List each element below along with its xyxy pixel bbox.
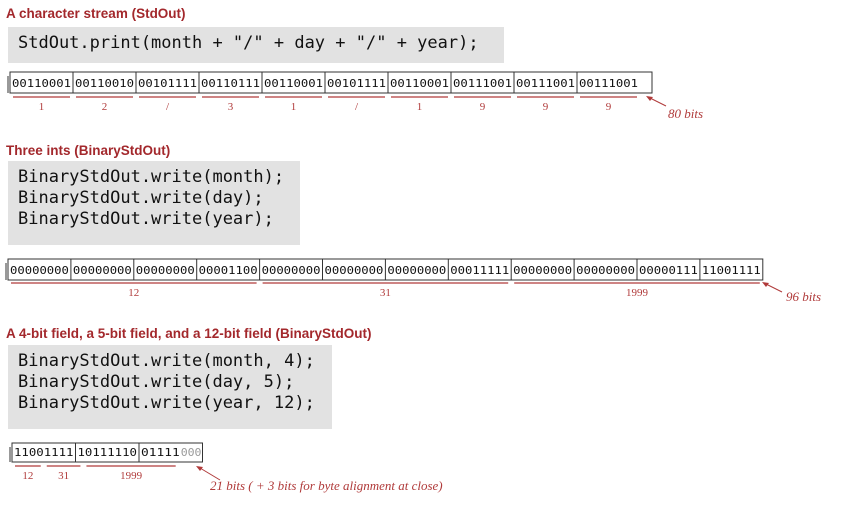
- byte-cell: 00110001: [264, 79, 323, 90]
- byte-cell: 11001111: [14, 448, 74, 459]
- byte-cell: 00000000: [10, 266, 69, 277]
- byte-cell: 00000000: [325, 266, 384, 277]
- field-label: 31: [380, 287, 391, 299]
- field-label: /: [355, 101, 359, 113]
- byte-cell: 00000000: [513, 266, 572, 277]
- field-label: 1: [291, 101, 297, 113]
- field-label: 12: [22, 470, 33, 482]
- byte-cell: 00000000: [262, 266, 321, 277]
- byte-cell: 00011111: [450, 266, 509, 277]
- field-label: 1999: [120, 470, 143, 482]
- byte-cell: 00101111: [327, 79, 386, 90]
- bit-diagrams: 00110001 00110010 00101111 00110111 00110001…: [5, 71, 821, 493]
- byte-cell: 11001111: [702, 266, 761, 277]
- total-bits-label: 80 bits: [668, 106, 703, 121]
- byte-cell: 01111: [141, 448, 180, 459]
- padding-bits: 000: [181, 448, 202, 459]
- field-label: 9: [606, 101, 612, 113]
- byte-cell: 00000000: [73, 266, 132, 277]
- byte-cell: 00101111: [138, 79, 197, 90]
- byte-cell: 00000000: [136, 266, 195, 277]
- byte-cell: 00110111: [201, 79, 260, 90]
- byte-cell: 00000000: [387, 266, 446, 277]
- byte-cell: 00110010: [75, 79, 134, 90]
- field-label: 1999: [626, 287, 649, 299]
- field-label: /: [166, 101, 170, 113]
- byte-cell: 00001100: [199, 266, 258, 277]
- total-arrow: [765, 283, 783, 293]
- field-label: 2: [102, 101, 108, 113]
- field-label: 9: [480, 101, 486, 113]
- byte-cell: 00111001: [453, 79, 512, 90]
- byte-cell: 10111110: [78, 448, 138, 459]
- field-label: 12: [128, 287, 139, 299]
- byte-cell: 00110001: [12, 79, 71, 90]
- field-label: 31: [58, 470, 69, 482]
- byte-cell: 00000111: [639, 266, 698, 277]
- byte-cell: 00111001: [516, 79, 575, 90]
- field-label: 3: [228, 101, 234, 113]
- byte-cell: 00000000: [576, 266, 635, 277]
- byte-cell: 00111001: [579, 79, 638, 90]
- total-bits-label: 96 bits: [786, 289, 821, 304]
- field-label: 1: [417, 101, 423, 113]
- field-label: 1: [39, 101, 45, 113]
- total-bits-label: 21 bits ( + 3 bits for byte alignment at…: [210, 478, 443, 493]
- arrow-head-icon: [196, 466, 203, 471]
- byte-cell: 00110001: [390, 79, 449, 90]
- field-label: 9: [543, 101, 549, 113]
- total-arrow: [649, 97, 667, 107]
